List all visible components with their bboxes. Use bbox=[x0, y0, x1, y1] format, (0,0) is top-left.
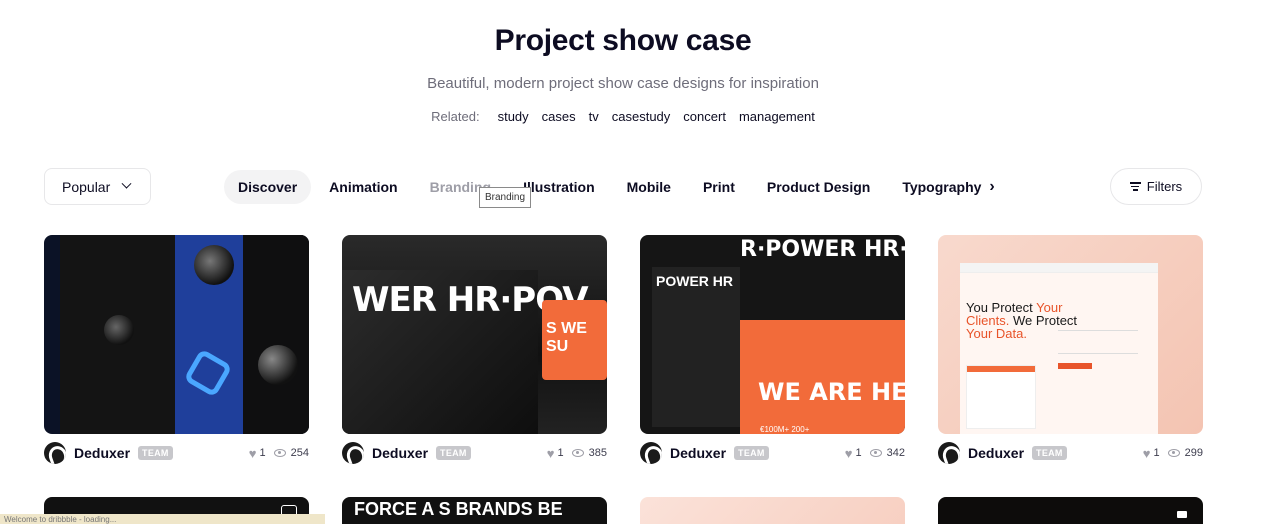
thumb-side-text: S WE SU bbox=[546, 320, 587, 355]
tab-mobile[interactable]: Mobile bbox=[613, 170, 685, 204]
shot-card: WER HR·POV S WE SU Deduxer TEAM ♥ 1 385 bbox=[342, 235, 607, 464]
tab-typography[interactable]: Typography bbox=[888, 170, 995, 204]
avatar[interactable] bbox=[342, 442, 364, 464]
chevron-down-icon bbox=[121, 178, 132, 189]
shot-meta: Deduxer TEAM ♥ 1 385 bbox=[342, 442, 607, 464]
shot-thumbnail[interactable] bbox=[44, 235, 309, 434]
avatar[interactable] bbox=[640, 442, 662, 464]
heart-icon[interactable]: ♥ bbox=[547, 446, 555, 461]
shot-card: R·POWER HR·P POWER HR WE ARE HEL €100M+ … bbox=[640, 235, 905, 464]
eye-icon bbox=[1167, 449, 1180, 457]
like-count: 1 bbox=[557, 447, 564, 459]
team-badge: TEAM bbox=[734, 446, 769, 460]
heart-icon[interactable]: ♥ bbox=[1143, 446, 1151, 461]
thumb-headline: R·POWER HR·P bbox=[740, 237, 905, 262]
view-count: 254 bbox=[290, 447, 309, 459]
tooltip: Branding bbox=[479, 187, 532, 208]
like-count: 1 bbox=[1153, 447, 1160, 459]
related-tag-management[interactable]: management bbox=[739, 109, 815, 124]
tab-discover[interactable]: Discover bbox=[224, 169, 312, 204]
like-count: 1 bbox=[855, 447, 862, 459]
tab-animation[interactable]: Animation bbox=[315, 170, 411, 204]
related-tag-concert[interactable]: concert bbox=[683, 109, 726, 124]
related-label: Related: bbox=[431, 109, 480, 124]
team-badge: TEAM bbox=[138, 446, 173, 460]
sort-dropdown[interactable]: Popular bbox=[44, 168, 151, 205]
team-badge: TEAM bbox=[436, 446, 471, 460]
filters-button[interactable]: Filters bbox=[1110, 168, 1202, 205]
thumb-footer-text: €100M+ 200+ bbox=[760, 425, 810, 434]
view-count: 342 bbox=[886, 447, 905, 459]
thumb-banner-text: WE ARE HEL bbox=[758, 378, 905, 406]
related-tag-study[interactable]: study bbox=[498, 109, 529, 124]
view-count: 299 bbox=[1184, 447, 1203, 459]
thumb-side-text: POWER HR bbox=[656, 273, 733, 289]
avatar[interactable] bbox=[938, 442, 960, 464]
author-name[interactable]: Deduxer bbox=[74, 445, 130, 461]
like-count: 1 bbox=[259, 447, 266, 459]
shot-thumbnail[interactable]: R·POWER HR·P POWER HR WE ARE HEL €100M+ … bbox=[640, 235, 905, 434]
page-subtitle: Beautiful, modern project show case desi… bbox=[427, 75, 819, 92]
heart-icon[interactable]: ♥ bbox=[249, 446, 257, 461]
shot-thumbnail[interactable] bbox=[640, 497, 905, 524]
author-name[interactable]: Deduxer bbox=[372, 445, 428, 461]
category-tabs: Discover Animation Branding Illustration… bbox=[224, 168, 995, 205]
related-tag-cases[interactable]: cases bbox=[542, 109, 576, 124]
page-title: Project show case bbox=[494, 24, 752, 57]
filter-icon bbox=[1129, 180, 1141, 193]
related-tags: Related: study cases tv casestudy concer… bbox=[0, 109, 1246, 124]
eye-icon bbox=[869, 449, 882, 457]
eye-icon bbox=[571, 449, 584, 457]
shot-thumbnail[interactable]: WER HR·POV S WE SU bbox=[342, 235, 607, 434]
shot-card: Deduxer TEAM ♥ 1 254 bbox=[44, 235, 309, 464]
avatar[interactable] bbox=[44, 442, 66, 464]
related-tag-casestudy[interactable]: casestudy bbox=[612, 109, 671, 124]
heart-icon[interactable]: ♥ bbox=[845, 446, 853, 461]
author-name[interactable]: Deduxer bbox=[670, 445, 726, 461]
tab-print[interactable]: Print bbox=[689, 170, 749, 204]
shot-thumbnail[interactable]: FORCE A S BRANDS BE bbox=[342, 497, 607, 524]
chevron-right-icon[interactable]: › bbox=[989, 178, 994, 196]
related-tag-tv[interactable]: tv bbox=[589, 109, 599, 124]
shot-stats: ♥ 1 342 bbox=[845, 446, 905, 461]
shot-stats: ♥ 1 254 bbox=[249, 446, 309, 461]
author-name[interactable]: Deduxer bbox=[968, 445, 1024, 461]
filter-toolbar: Popular Discover Animation Branding Illu… bbox=[44, 168, 1202, 205]
shot-meta: Deduxer TEAM ♥ 1 299 bbox=[938, 442, 1203, 464]
shot-stats: ♥ 1 299 bbox=[1143, 446, 1203, 461]
shot-thumbnail[interactable]: You Protect Your Clients. We Protect You… bbox=[938, 235, 1203, 434]
eye-icon bbox=[273, 449, 286, 457]
shot-meta: Deduxer TEAM ♥ 1 342 bbox=[640, 442, 905, 464]
sort-label: Popular bbox=[62, 178, 111, 195]
shot-thumbnail[interactable] bbox=[938, 497, 1203, 524]
shot-stats: ♥ 1 385 bbox=[547, 446, 607, 461]
filters-label: Filters bbox=[1146, 179, 1183, 194]
video-icon bbox=[1177, 511, 1187, 518]
tab-product-design[interactable]: Product Design bbox=[753, 170, 884, 204]
team-badge: TEAM bbox=[1032, 446, 1067, 460]
view-count: 385 bbox=[588, 447, 607, 459]
shot-meta: Deduxer TEAM ♥ 1 254 bbox=[44, 442, 309, 464]
browser-status-bar: Welcome to dribbble - loading... bbox=[0, 514, 325, 524]
thumb-headline: FORCE A S BRANDS BE bbox=[354, 499, 563, 519]
shot-card: You Protect Your Clients. We Protect You… bbox=[938, 235, 1203, 464]
